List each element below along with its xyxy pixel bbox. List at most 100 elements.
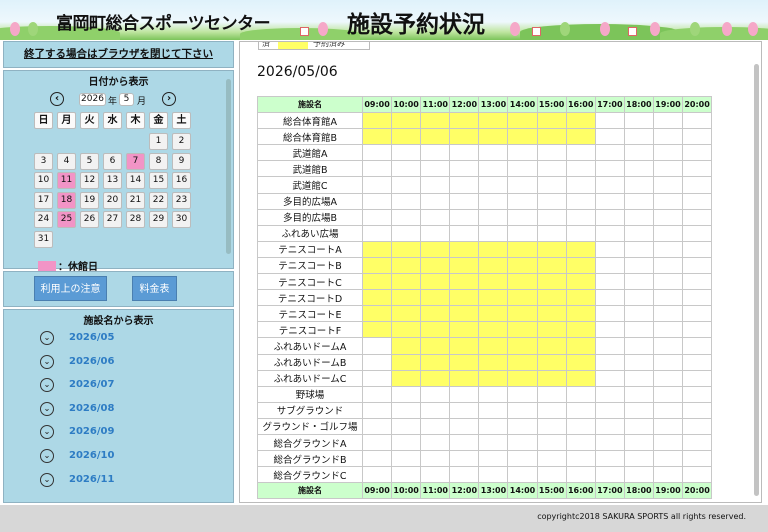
booked-slot[interactable]: [449, 289, 480, 307]
available-slot[interactable]: [594, 224, 625, 242]
available-slot[interactable]: [623, 289, 654, 307]
available-slot[interactable]: [682, 401, 713, 419]
available-slot[interactable]: [565, 192, 596, 210]
available-slot[interactable]: [682, 289, 713, 307]
calendar-day[interactable]: 17: [34, 191, 53, 209]
booked-slot[interactable]: [391, 256, 422, 275]
booked-slot[interactable]: [478, 289, 509, 307]
booked-slot[interactable]: [536, 112, 567, 130]
booked-slot[interactable]: [391, 321, 422, 339]
available-slot[interactable]: [391, 450, 422, 468]
facility-name[interactable]: 武道館A: [257, 144, 363, 162]
facility-name[interactable]: テニスコートD: [257, 289, 363, 307]
booked-slot[interactable]: [565, 289, 596, 307]
booked-slot[interactable]: [507, 353, 538, 371]
booked-slot[interactable]: [361, 240, 393, 258]
available-slot[interactable]: [536, 401, 567, 419]
arrow-left-icon[interactable]: ‹: [50, 92, 64, 106]
available-slot[interactable]: [361, 401, 393, 419]
booked-slot[interactable]: [507, 369, 538, 387]
booked-slot[interactable]: [478, 128, 509, 146]
booked-slot[interactable]: [507, 128, 538, 146]
facility-name[interactable]: 野球場: [257, 385, 363, 403]
month-link[interactable]: ⌄ 2026/05: [40, 330, 190, 348]
booked-slot[interactable]: [420, 128, 451, 146]
booked-slot[interactable]: [449, 273, 480, 291]
available-slot[interactable]: [565, 208, 596, 226]
available-slot[interactable]: [623, 466, 654, 484]
month-link[interactable]: ⌄ 2026/07: [40, 377, 190, 395]
available-slot[interactable]: [449, 176, 480, 194]
facility-name[interactable]: 武道館C: [257, 176, 363, 194]
available-slot[interactable]: [507, 144, 538, 162]
available-slot[interactable]: [682, 417, 713, 435]
available-slot[interactable]: [361, 192, 393, 210]
calendar-day[interactable]: 10: [34, 172, 53, 189]
available-slot[interactable]: [361, 450, 393, 468]
facility-name[interactable]: 総合グラウンドA: [257, 433, 363, 452]
available-slot[interactable]: [361, 353, 393, 371]
booked-slot[interactable]: [420, 353, 451, 371]
available-slot[interactable]: [682, 112, 713, 130]
booked-slot[interactable]: [361, 321, 393, 339]
available-slot[interactable]: [623, 224, 654, 242]
booked-slot[interactable]: [478, 321, 509, 339]
available-slot[interactable]: [652, 289, 684, 307]
month-field[interactable]: 5: [119, 93, 134, 106]
booked-slot[interactable]: [449, 369, 480, 387]
available-slot[interactable]: [507, 208, 538, 226]
available-slot[interactable]: [449, 160, 480, 178]
available-slot[interactable]: [507, 176, 538, 194]
available-slot[interactable]: [507, 401, 538, 419]
available-slot[interactable]: [565, 144, 596, 162]
available-slot[interactable]: [594, 401, 625, 419]
facility-name[interactable]: 多目的広場B: [257, 208, 363, 226]
available-slot[interactable]: [594, 466, 625, 484]
available-slot[interactable]: [536, 433, 567, 452]
booked-slot[interactable]: [391, 273, 422, 291]
available-slot[interactable]: [361, 224, 393, 242]
available-slot[interactable]: [594, 208, 625, 226]
available-slot[interactable]: [594, 192, 625, 210]
available-slot[interactable]: [623, 369, 654, 387]
available-slot[interactable]: [478, 450, 509, 468]
booked-slot[interactable]: [449, 321, 480, 339]
available-slot[interactable]: [682, 305, 713, 323]
booked-slot[interactable]: [565, 337, 596, 355]
available-slot[interactable]: [449, 450, 480, 468]
month-link[interactable]: ⌄ 2026/09: [40, 424, 190, 442]
booked-slot[interactable]: [536, 337, 567, 355]
available-slot[interactable]: [391, 433, 422, 452]
available-slot[interactable]: [652, 466, 684, 484]
booked-slot[interactable]: [391, 240, 422, 258]
booked-slot[interactable]: [449, 305, 480, 323]
year-field[interactable]: 2026: [79, 93, 106, 106]
facility-name[interactable]: 総合体育館A: [257, 112, 363, 130]
booked-slot[interactable]: [391, 128, 422, 146]
available-slot[interactable]: [507, 224, 538, 242]
calendar-day[interactable]: 30: [172, 211, 191, 228]
facility-name[interactable]: ふれあい広場: [257, 224, 363, 242]
facility-name[interactable]: グラウンド・ゴルフ場: [257, 417, 363, 435]
booked-slot[interactable]: [536, 321, 567, 339]
calendar-day[interactable]: 20: [103, 191, 122, 209]
booked-slot[interactable]: [420, 305, 451, 323]
booked-slot[interactable]: [449, 337, 480, 355]
available-slot[interactable]: [652, 256, 684, 275]
available-slot[interactable]: [361, 160, 393, 178]
available-slot[interactable]: [449, 144, 480, 162]
available-slot[interactable]: [652, 385, 684, 403]
available-slot[interactable]: [361, 176, 393, 194]
booked-slot[interactable]: [449, 256, 480, 275]
available-slot[interactable]: [682, 240, 713, 258]
arrow-right-icon[interactable]: ›: [162, 92, 176, 106]
available-slot[interactable]: [478, 401, 509, 419]
booked-slot[interactable]: [478, 240, 509, 258]
available-slot[interactable]: [652, 353, 684, 371]
available-slot[interactable]: [361, 466, 393, 484]
available-slot[interactable]: [420, 401, 451, 419]
available-slot[interactable]: [420, 224, 451, 242]
available-slot[interactable]: [449, 401, 480, 419]
available-slot[interactable]: [623, 273, 654, 291]
calendar-day[interactable]: 18: [57, 191, 76, 209]
